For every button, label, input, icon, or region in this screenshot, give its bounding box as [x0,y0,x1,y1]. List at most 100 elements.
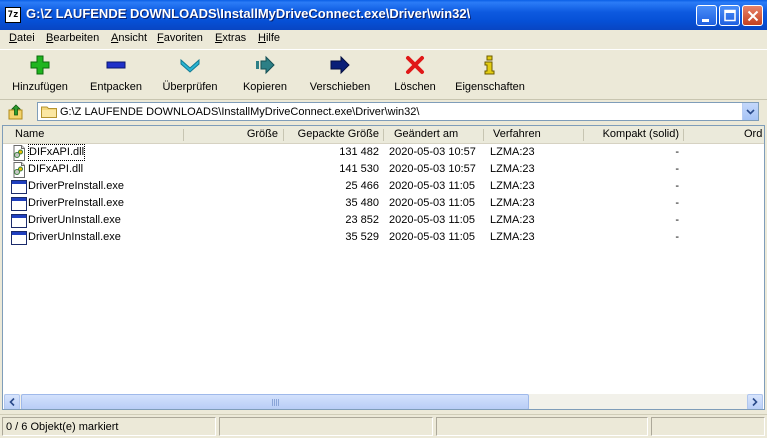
file-name: DIFxAPI.dll [28,144,86,161]
move-button[interactable]: Verschieben [306,55,374,97]
file-modified: 2020-05-03 11:05 [389,180,476,192]
test-label: Überprüfen [162,81,218,93]
dll-file-icon [13,145,25,161]
extract-label: Entpacken [90,81,142,93]
file-method: LZMA:23 [490,146,535,158]
address-row: G:\Z LAUFENDE DOWNLOADS\InstallMyDriveCo… [0,99,767,125]
file-list[interactable]: Name Größe Gepackte Größe Geändert am Ve… [2,125,765,410]
copy-arrow-icon [256,55,275,75]
chevron-right-icon [752,397,758,407]
add-button[interactable]: Hinzufügen [8,55,72,97]
exe-file-icon [11,214,27,228]
file-modified: 2020-05-03 11:05 [389,197,476,209]
maximize-icon [724,9,736,22]
exe-file-icon [11,197,27,211]
app-icon: 7z [5,7,21,23]
extract-button[interactable]: Entpacken [85,55,147,97]
folder-icon [41,106,57,118]
file-name: DriverUnInstall.exe [28,231,121,243]
file-modified: 2020-05-03 11:05 [389,231,476,243]
properties-button[interactable]: Eigenschaften [452,55,528,97]
scroll-right-button[interactable] [747,394,763,409]
maximize-button[interactable] [719,5,740,26]
column-header-name[interactable]: Name [15,126,44,143]
copy-button[interactable]: Kopieren [237,55,293,97]
file-method: LZMA:23 [490,214,535,226]
menu-datei[interactable]: Datei [9,32,35,44]
close-button[interactable] [742,5,763,26]
column-divider[interactable] [483,129,484,141]
delete-label: Löschen [394,81,436,93]
horizontal-scrollbar[interactable] [4,394,763,409]
file-solid: - [675,163,679,175]
file-method: LZMA:23 [490,231,535,243]
up-folder-icon[interactable] [8,104,24,120]
menu-mnemonic: H [258,32,266,44]
menu-mnemonic: D [9,32,17,44]
file-packed-size: 35 529 [345,231,379,243]
file-name: DriverUnInstall.exe [28,214,121,226]
toolbar: Hinzufügen Entpacken Überprüfen Kopieren [0,49,767,99]
column-divider[interactable] [383,129,384,141]
menu-label: nsicht [118,32,148,44]
column-header-solid[interactable]: Kompakt (solid) [584,126,679,143]
properties-label: Eigenschaften [455,81,525,93]
delete-button[interactable]: Löschen [390,55,440,97]
list-header: Name Größe Gepackte Größe Geändert am Ve… [3,126,764,144]
test-button[interactable]: Überprüfen [157,55,223,97]
file-size [184,161,278,178]
file-packed-size: 131 482 [339,146,379,158]
file-name: DriverPreInstall.exe [28,197,124,209]
copy-label: Kopieren [242,81,288,93]
window-title: G:\Z LAUFENDE DOWNLOADS\InstallMyDriveCo… [26,6,471,21]
grip-icon [272,399,280,406]
menu-favoriten[interactable]: Favoriten [157,32,203,44]
title-bar[interactable]: 7z G:\Z LAUFENDE DOWNLOADS\InstallMyDriv… [0,0,767,30]
column-divider[interactable] [683,129,684,141]
file-solid: - [675,214,679,226]
x-icon [406,56,424,74]
close-icon [747,10,759,22]
menu-bar: Datei Bearbeiten Ansicht Favoriten Extra… [0,30,767,48]
table-row[interactable]: DIFxAPI.dll 131 482 2020-05-03 10:57 LZMA:2… [3,144,764,161]
file-solid: - [675,197,679,209]
menu-ansicht[interactable]: Ansicht [111,32,147,44]
status-panel [436,417,648,436]
file-method: LZMA:23 [490,197,535,209]
address-field[interactable]: G:\Z LAUFENDE DOWNLOADS\InstallMyDriveCo… [37,102,759,121]
file-packed-size: 23 852 [345,214,379,226]
table-row[interactable]: DIFxAPI.dll 141 530 2020-05-03 10:57 LZMA:2… [3,161,764,178]
file-modified: 2020-05-03 11:05 [389,214,476,226]
status-panel [651,417,765,436]
scroll-left-button[interactable] [4,394,20,409]
file-packed-size: 25 466 [345,180,379,192]
menu-extras[interactable]: Extras [215,32,246,44]
table-row[interactable]: DriverPreInstall.exe 25 466 2020-05-03 11:… [3,178,764,195]
file-method: LZMA:23 [490,163,535,175]
address-path: G:\Z LAUFENDE DOWNLOADS\InstallMyDriveCo… [60,106,420,118]
exe-file-icon [11,231,27,245]
table-row[interactable]: DriverUnInstall.exe 35 529 2020-05-03 11:0… [3,229,764,246]
file-packed-size: 141 530 [339,163,379,175]
check-chevron-icon [180,58,200,73]
dll-file-icon [13,162,25,178]
selection-status: 0 / 6 Objekt(e) markiert [6,421,119,433]
menu-bearbeiten[interactable]: Bearbeiten [46,32,99,44]
column-header-method[interactable]: Verfahren [493,126,541,143]
scrollbar-thumb[interactable] [21,394,529,409]
address-dropdown-button[interactable] [742,103,758,120]
status-bar: 0 / 6 Objekt(e) markiert [0,414,767,438]
move-label: Verschieben [309,81,371,93]
column-header-size[interactable]: Größe [184,126,278,143]
menu-hilfe[interactable]: Hilfe [258,32,280,44]
table-row[interactable]: DriverUnInstall.exe 23 852 2020-05-03 11:0… [3,212,764,229]
file-solid: - [675,180,679,192]
column-header-order[interactable]: Ord [744,126,762,143]
minimize-button[interactable] [696,5,717,26]
file-solid: - [675,231,679,243]
column-header-modified[interactable]: Geändert am [394,126,458,143]
column-header-packed-size[interactable]: Gepackte Größe [284,126,379,143]
chevron-left-icon [9,397,15,407]
table-row[interactable]: DriverPreInstall.exe 35 480 2020-05-03 11:… [3,195,764,212]
menu-label: atei [16,32,35,44]
